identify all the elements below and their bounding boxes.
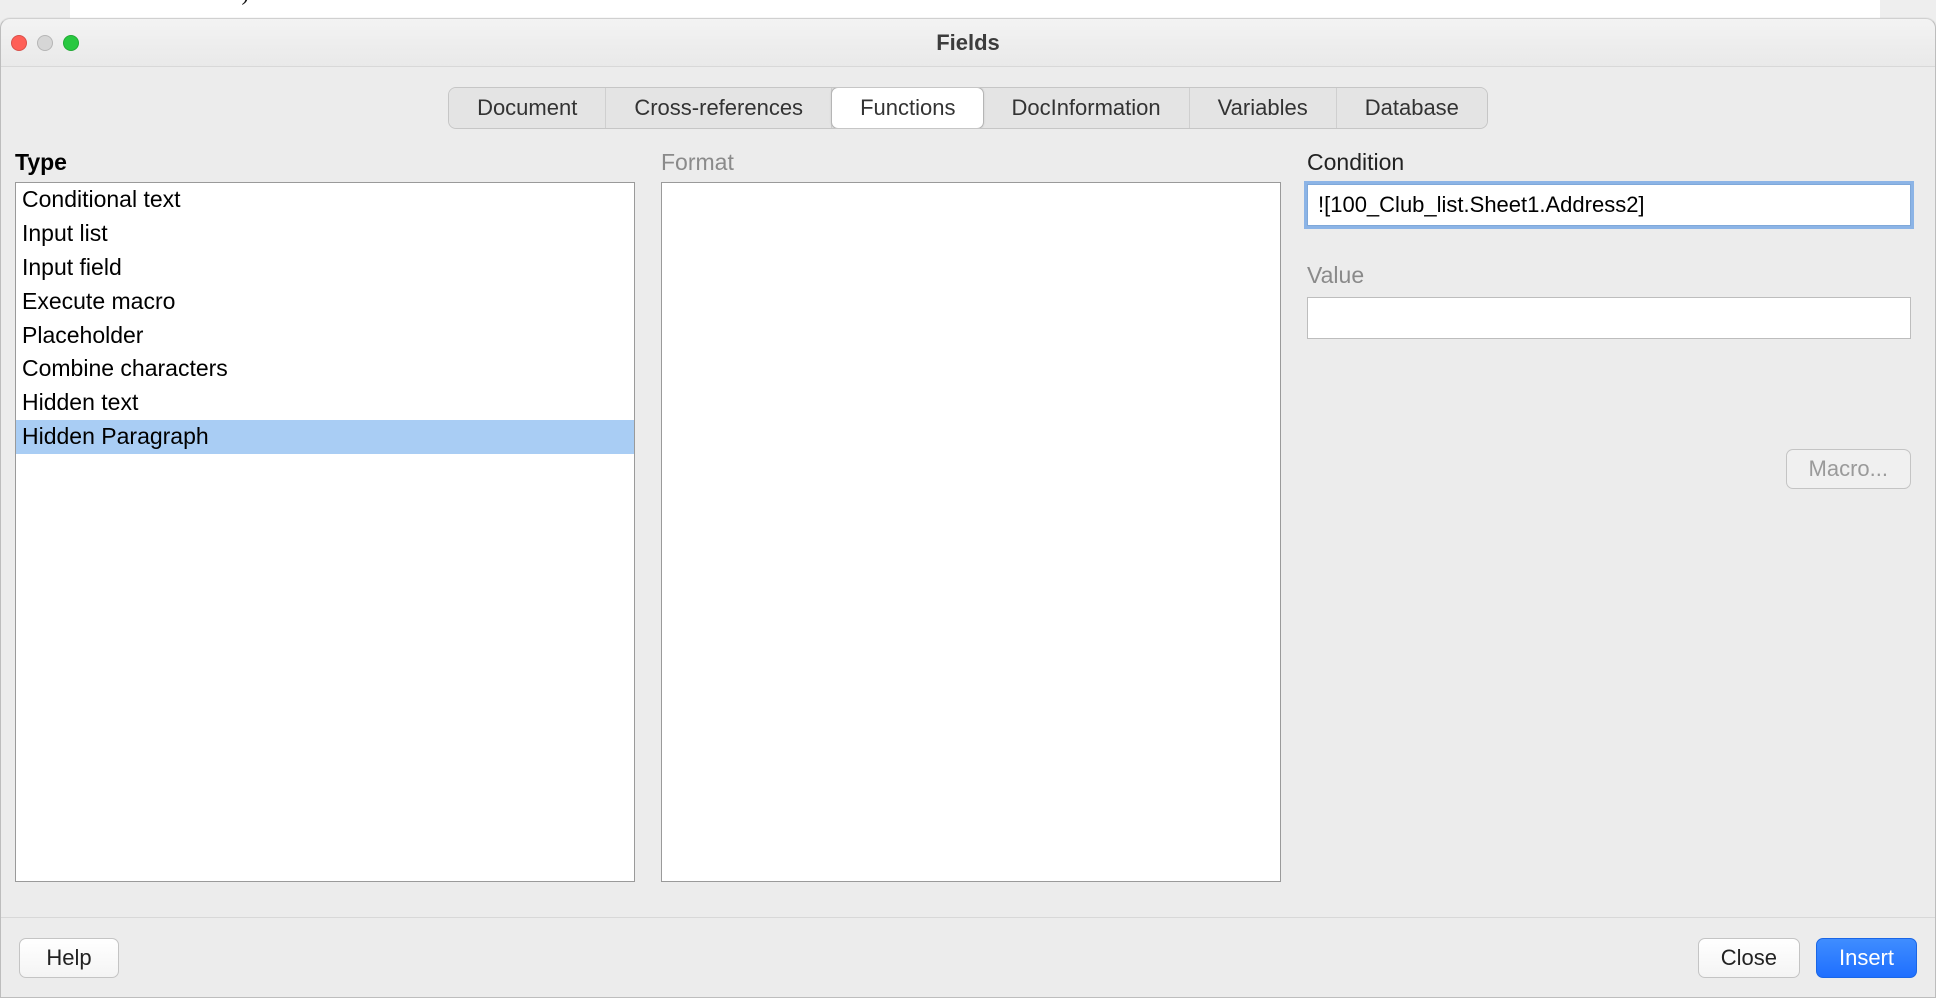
background-document-fragment: a reference) to: (70, 0, 1880, 20)
macro-button[interactable]: Macro... (1786, 449, 1911, 489)
value-label: Value (1307, 262, 1911, 289)
dialog-body: Type Conditional textInput listInput fie… (1, 139, 1935, 882)
condition-input[interactable] (1307, 184, 1911, 226)
tab-docinformation[interactable]: DocInformation (983, 88, 1189, 128)
format-column: Format (661, 149, 1281, 882)
type-item-execute-macro[interactable]: Execute macro (16, 285, 634, 319)
insert-button[interactable]: Insert (1816, 938, 1917, 978)
value-input[interactable] (1307, 297, 1911, 339)
tab-cross-references[interactable]: Cross-references (606, 88, 832, 128)
window-controls (11, 35, 79, 51)
tab-document[interactable]: Document (449, 88, 606, 128)
dialog-footer: Help Close Insert (1, 917, 1935, 997)
zoom-window-button[interactable] (63, 35, 79, 51)
background-document-text: a reference) to: (140, 0, 279, 5)
footer-left: Help (19, 938, 119, 978)
type-listbox[interactable]: Conditional textInput listInput fieldExe… (15, 182, 635, 882)
window-title: Fields (936, 30, 1000, 55)
minimize-window-button[interactable] (37, 35, 53, 51)
close-button[interactable]: Close (1698, 938, 1800, 978)
type-item-input-list[interactable]: Input list (16, 217, 634, 251)
right-column: Condition Value Macro... (1307, 149, 1921, 882)
titlebar: Fields (1, 19, 1935, 67)
tab-segmented-control: DocumentCross-referencesFunctionsDocInfo… (448, 87, 1488, 129)
type-item-placeholder[interactable]: Placeholder (16, 319, 634, 353)
tab-bar: DocumentCross-referencesFunctionsDocInfo… (1, 67, 1935, 139)
type-label: Type (15, 149, 635, 176)
type-item-hidden-paragraph[interactable]: Hidden Paragraph (16, 420, 634, 454)
type-item-hidden-text[interactable]: Hidden text (16, 386, 634, 420)
format-listbox (661, 182, 1281, 882)
macro-row: Macro... (1307, 449, 1911, 489)
format-label: Format (661, 149, 1281, 176)
type-column: Type Conditional textInput listInput fie… (15, 149, 635, 882)
fields-dialog-window: Fields DocumentCross-referencesFunctions… (0, 18, 1936, 998)
type-item-combine-characters[interactable]: Combine characters (16, 352, 634, 386)
condition-label: Condition (1307, 149, 1911, 176)
footer-right: Close Insert (1698, 938, 1917, 978)
tab-variables[interactable]: Variables (1190, 88, 1337, 128)
type-item-input-field[interactable]: Input field (16, 251, 634, 285)
tab-functions[interactable]: Functions (831, 87, 984, 129)
close-window-button[interactable] (11, 35, 27, 51)
tab-database[interactable]: Database (1337, 88, 1487, 128)
help-button[interactable]: Help (19, 938, 119, 978)
type-item-conditional-text[interactable]: Conditional text (16, 183, 634, 217)
